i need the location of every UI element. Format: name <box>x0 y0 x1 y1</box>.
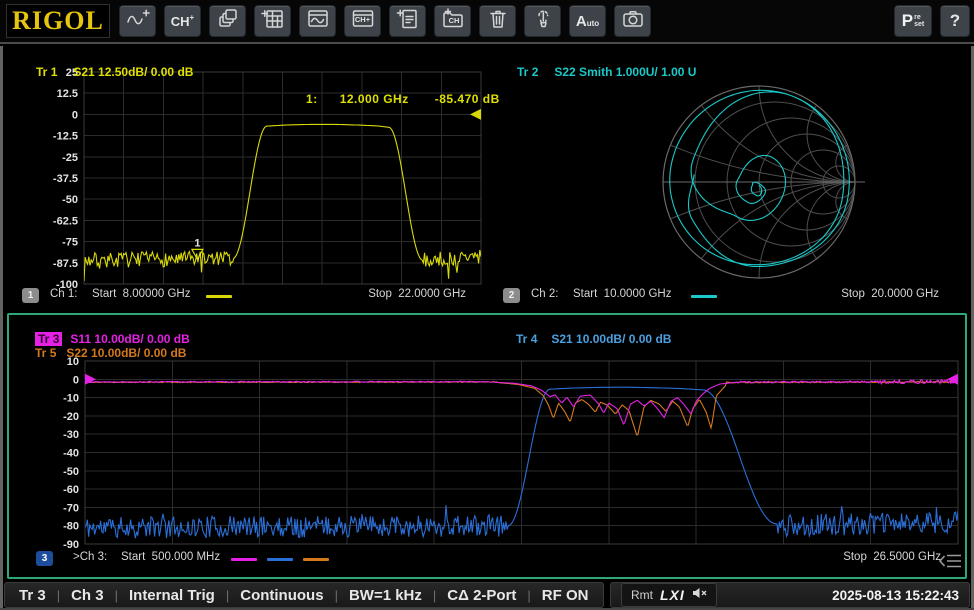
touch-button[interactable] <box>524 5 561 37</box>
status-trigger-source: Internal Trig <box>129 587 215 604</box>
tr4-color-swatch <box>267 558 293 561</box>
marker-table-button[interactable] <box>254 5 291 37</box>
left-bezel <box>0 46 3 608</box>
status-bar: Tr 3| Ch 3| Internal Trig| Continuous| B… <box>0 582 974 608</box>
tr3-color-swatch <box>231 558 257 561</box>
ch1-start: Start 8.00000 GHz <box>92 288 190 300</box>
layers-icon <box>216 8 240 35</box>
vna-screen: RIGOL CH+ CH+ <box>0 0 974 610</box>
svg-text:-62.5: -62.5 <box>53 215 78 227</box>
status-left: Tr 3| Ch 3| Internal Trig| Continuous| B… <box>4 582 604 608</box>
table-plus-icon <box>261 8 285 35</box>
channel-window-button[interactable]: CH+ <box>344 5 381 37</box>
trace-add-button[interactable] <box>119 5 156 37</box>
touch-icon <box>531 8 555 35</box>
svg-text:-10: -10 <box>63 393 79 405</box>
menu-lines-icon <box>939 552 963 570</box>
ch2-start: Start 10.0000 GHz <box>573 288 671 300</box>
svg-text:-70: -70 <box>63 502 79 514</box>
tr5-color-swatch <box>303 558 329 561</box>
help-icon: ? <box>950 11 960 31</box>
channel3-window-active[interactable]: 100-10-20-30-40-50-60-70-80-90 Tr 3S11 1… <box>7 313 967 579</box>
doc-plus-icon <box>396 8 420 35</box>
plus-icon: + <box>190 13 195 22</box>
status-sweep-mode: Continuous <box>240 587 323 604</box>
svg-text:-75: -75 <box>62 237 78 249</box>
tr2-color-swatch <box>691 295 717 298</box>
recall-channel-label: CH <box>438 16 470 25</box>
preset-button[interactable]: P reset <box>894 5 932 37</box>
delete-button[interactable] <box>479 5 516 37</box>
status-rf-power: RF ON <box>542 587 589 604</box>
status-channel: Ch 3 <box>71 587 104 604</box>
svg-text:-25: -25 <box>62 152 78 164</box>
ch3-label: >Ch 3: <box>73 551 107 563</box>
channel1-window[interactable]: 2512.50-12.5-25-37.5-50-62.5-75-87.5-100… <box>6 46 486 312</box>
window-channel-label: CH+ <box>345 15 380 24</box>
speaker-muted-icon <box>692 586 707 604</box>
tr1-header: Tr 1S21 12.50dB/ 0.00 dB <box>16 51 193 93</box>
svg-text:-20: -20 <box>63 411 79 423</box>
ch3-stop: Stop 26.5000 GHz <box>843 551 941 563</box>
channel1-badge[interactable]: 1 <box>22 288 39 303</box>
menu-expand-tab[interactable] <box>939 552 963 575</box>
svg-text:-87.5: -87.5 <box>53 258 78 270</box>
tr1-color-swatch <box>206 295 232 298</box>
channel2-window[interactable]: Tr 2S22 Smith 1.000U/ 1.00 U 2 Ch 2: Sta… <box>487 46 967 312</box>
rigol-logo: RIGOL <box>6 4 110 38</box>
lxi-logo: LXI <box>660 587 685 603</box>
remote-indicators: Rmt LXI <box>621 583 717 607</box>
remote-label: Rmt <box>631 588 653 602</box>
auto-scale-button[interactable]: Auto <box>569 5 606 37</box>
ch1-stop: Stop 22.0000 GHz <box>368 288 466 300</box>
toolbar: RIGOL CH+ CH+ <box>0 0 974 44</box>
ch2-label: Ch 2: <box>531 288 559 300</box>
svg-text:-40: -40 <box>63 448 79 460</box>
toolbar-buttons: CH+ CH+ CH <box>119 5 651 37</box>
camera-icon <box>621 8 645 35</box>
tr4-header: Tr 4S21 10.00dB/ 0.00 dB <box>496 318 671 360</box>
marker1-readout: 1:12.000 GHz-85.470 dB <box>283 78 500 120</box>
channel3-badge[interactable]: 3 <box>36 551 53 566</box>
window-layout-button[interactable] <box>209 5 246 37</box>
channel2-badge[interactable]: 2 <box>503 288 520 303</box>
channel-add-button[interactable]: CH+ <box>164 5 201 37</box>
datetime: 2025-08-13 15:22:43 <box>832 588 959 603</box>
svg-text:-12.5: -12.5 <box>53 131 78 143</box>
window-waveform-icon <box>306 8 330 35</box>
status-calibration: CΔ 2-Port <box>447 587 516 604</box>
ch3-start: Start 500.000 MHz <box>121 551 220 563</box>
status-trace: Tr 3 <box>19 587 46 604</box>
tr2-header: Tr 2S22 Smith 1.000U/ 1.00 U <box>497 51 696 93</box>
help-button[interactable]: ? <box>940 5 970 37</box>
preset-label-small: reset <box>914 14 924 28</box>
ch2-stop: Stop 20.0000 GHz <box>841 288 939 300</box>
svg-text:1: 1 <box>194 237 200 249</box>
trash-icon <box>486 8 510 35</box>
status-if-bandwidth: BW=1 kHz <box>349 587 422 604</box>
recall-channel-button[interactable]: CH <box>434 5 471 37</box>
svg-text:-90: -90 <box>63 539 79 551</box>
svg-text:0: 0 <box>73 374 79 386</box>
svg-text:-50: -50 <box>63 466 79 478</box>
svg-text:-80: -80 <box>63 521 79 533</box>
channel-add-label: CH <box>171 14 190 29</box>
save-trace-button[interactable] <box>389 5 426 37</box>
preset-label-p: P <box>902 11 913 31</box>
svg-text:0: 0 <box>72 109 78 121</box>
trace-window-button[interactable] <box>299 5 336 37</box>
svg-text:-60: -60 <box>63 484 79 496</box>
screenshot-button[interactable] <box>614 5 651 37</box>
svg-text:-30: -30 <box>63 429 79 441</box>
waveform-plus-icon <box>126 8 150 35</box>
status-right: Rmt LXI 2025-08-13 15:22:43 <box>610 582 970 608</box>
auto-label-small: uto <box>587 19 599 28</box>
svg-text:-50: -50 <box>62 194 78 206</box>
tr5-header: Tr 5S22 10.00dB/ 0.00 dB <box>15 332 186 374</box>
auto-label: A <box>576 13 587 30</box>
ch1-label: Ch 1: <box>50 288 78 300</box>
svg-text:-37.5: -37.5 <box>53 173 78 185</box>
